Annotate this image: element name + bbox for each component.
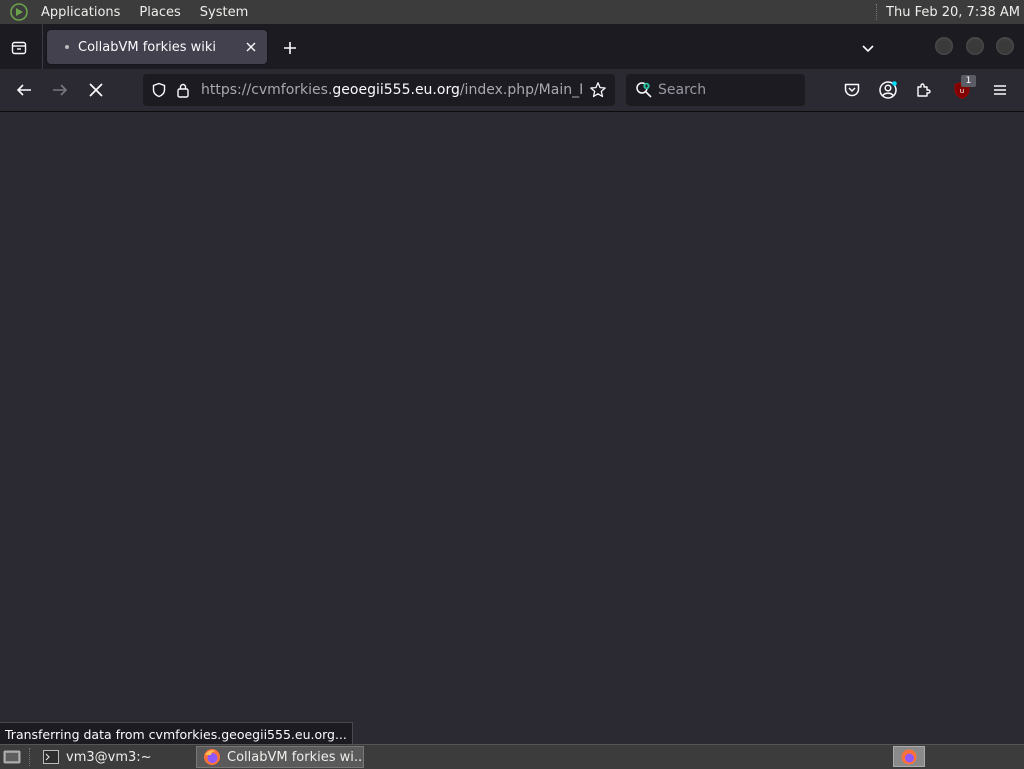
app-menu-button[interactable]	[988, 78, 1012, 102]
applications-menu[interactable]: Applications	[34, 5, 127, 20]
stop-icon	[89, 83, 103, 97]
forward-button[interactable]	[48, 78, 72, 102]
page-content-area[interactable]	[0, 112, 1024, 743]
lock-icon[interactable]	[172, 79, 194, 101]
account-button[interactable]	[876, 78, 900, 102]
tab-loading-indicator	[65, 45, 69, 49]
clock[interactable]: Thu Feb 20, 7:38 AM	[886, 5, 1020, 20]
pocket-icon	[844, 83, 860, 97]
url-bar[interactable]: https://cvmforkies.geoegii555.eu.org/ind…	[143, 74, 615, 106]
taskbar-separator	[29, 748, 32, 766]
pocket-button[interactable]	[840, 78, 864, 102]
extensions-button[interactable]	[912, 78, 936, 102]
search-bar[interactable]	[626, 74, 805, 106]
puzzle-icon	[917, 83, 931, 97]
url-host: geoegii555.eu.org	[332, 82, 460, 98]
firefox-view-button[interactable]	[7, 36, 31, 60]
svg-text:u: u	[960, 87, 964, 95]
tab-title: CollabVM forkies wiki	[78, 39, 217, 55]
stop-button[interactable]	[84, 78, 108, 102]
taskbar-item-terminal[interactable]: vm3@vm3:~	[36, 746, 196, 768]
arrow-left-icon	[16, 84, 31, 96]
chevron-down-icon	[862, 45, 874, 53]
show-desktop-icon	[3, 750, 21, 764]
tab-close-icon[interactable]	[241, 37, 261, 57]
system-menu[interactable]: System	[193, 5, 255, 20]
tab-divider	[42, 24, 43, 69]
top-panel: Applications Places System Thu Feb 20, 7…	[0, 0, 1024, 24]
bottom-panel: vm3@vm3:~ CollabVM forkies wi...	[0, 744, 1024, 769]
url-path: /index.php/Main_Page	[459, 82, 582, 98]
minimize-button[interactable]	[936, 38, 952, 54]
arrow-right-icon	[53, 84, 68, 96]
tab-strip: CollabVM forkies wiki	[0, 24, 1024, 69]
firefox-view-icon	[11, 41, 27, 55]
panel-separator	[876, 4, 879, 20]
close-window-button[interactable]	[997, 38, 1013, 54]
taskbar-item-firefox[interactable]: CollabVM forkies wi...	[196, 746, 364, 768]
hamburger-menu-icon	[994, 85, 1006, 95]
plus-icon	[284, 42, 296, 54]
taskbar-item-label: vm3@vm3:~	[66, 749, 152, 765]
tab-collabvm-wiki[interactable]: CollabVM forkies wiki	[47, 30, 267, 64]
maximize-button[interactable]	[967, 38, 983, 54]
search-engine-icon[interactable]	[634, 80, 654, 100]
navigation-toolbar: https://cvmforkies.geoegii555.eu.org/ind…	[0, 69, 1024, 112]
terminal-icon	[42, 748, 60, 766]
places-menu[interactable]: Places	[132, 5, 187, 20]
firefox-icon	[203, 748, 221, 766]
search-input[interactable]	[656, 81, 800, 99]
status-panel: Transferring data from cvmforkies.geoegi…	[0, 722, 353, 745]
url-scheme: https://	[201, 82, 252, 98]
bookmark-star-icon[interactable]	[587, 79, 609, 101]
ublock-badge-count: 1	[961, 75, 976, 87]
tracking-protection-icon[interactable]	[148, 79, 170, 101]
url-subdomain: cvmforkies.	[251, 82, 333, 98]
distro-logo-icon[interactable]	[9, 2, 29, 22]
account-icon	[879, 81, 897, 99]
url-text[interactable]: https://cvmforkies.geoegii555.eu.org/ind…	[201, 82, 582, 98]
workspace-switcher[interactable]	[893, 746, 925, 767]
show-desktop-button[interactable]	[1, 746, 23, 768]
list-all-tabs-button[interactable]	[856, 36, 880, 60]
back-button[interactable]	[12, 78, 36, 102]
firefox-icon	[901, 749, 917, 764]
new-tab-button[interactable]	[278, 36, 302, 60]
taskbar-item-label: CollabVM forkies wi...	[227, 749, 364, 765]
